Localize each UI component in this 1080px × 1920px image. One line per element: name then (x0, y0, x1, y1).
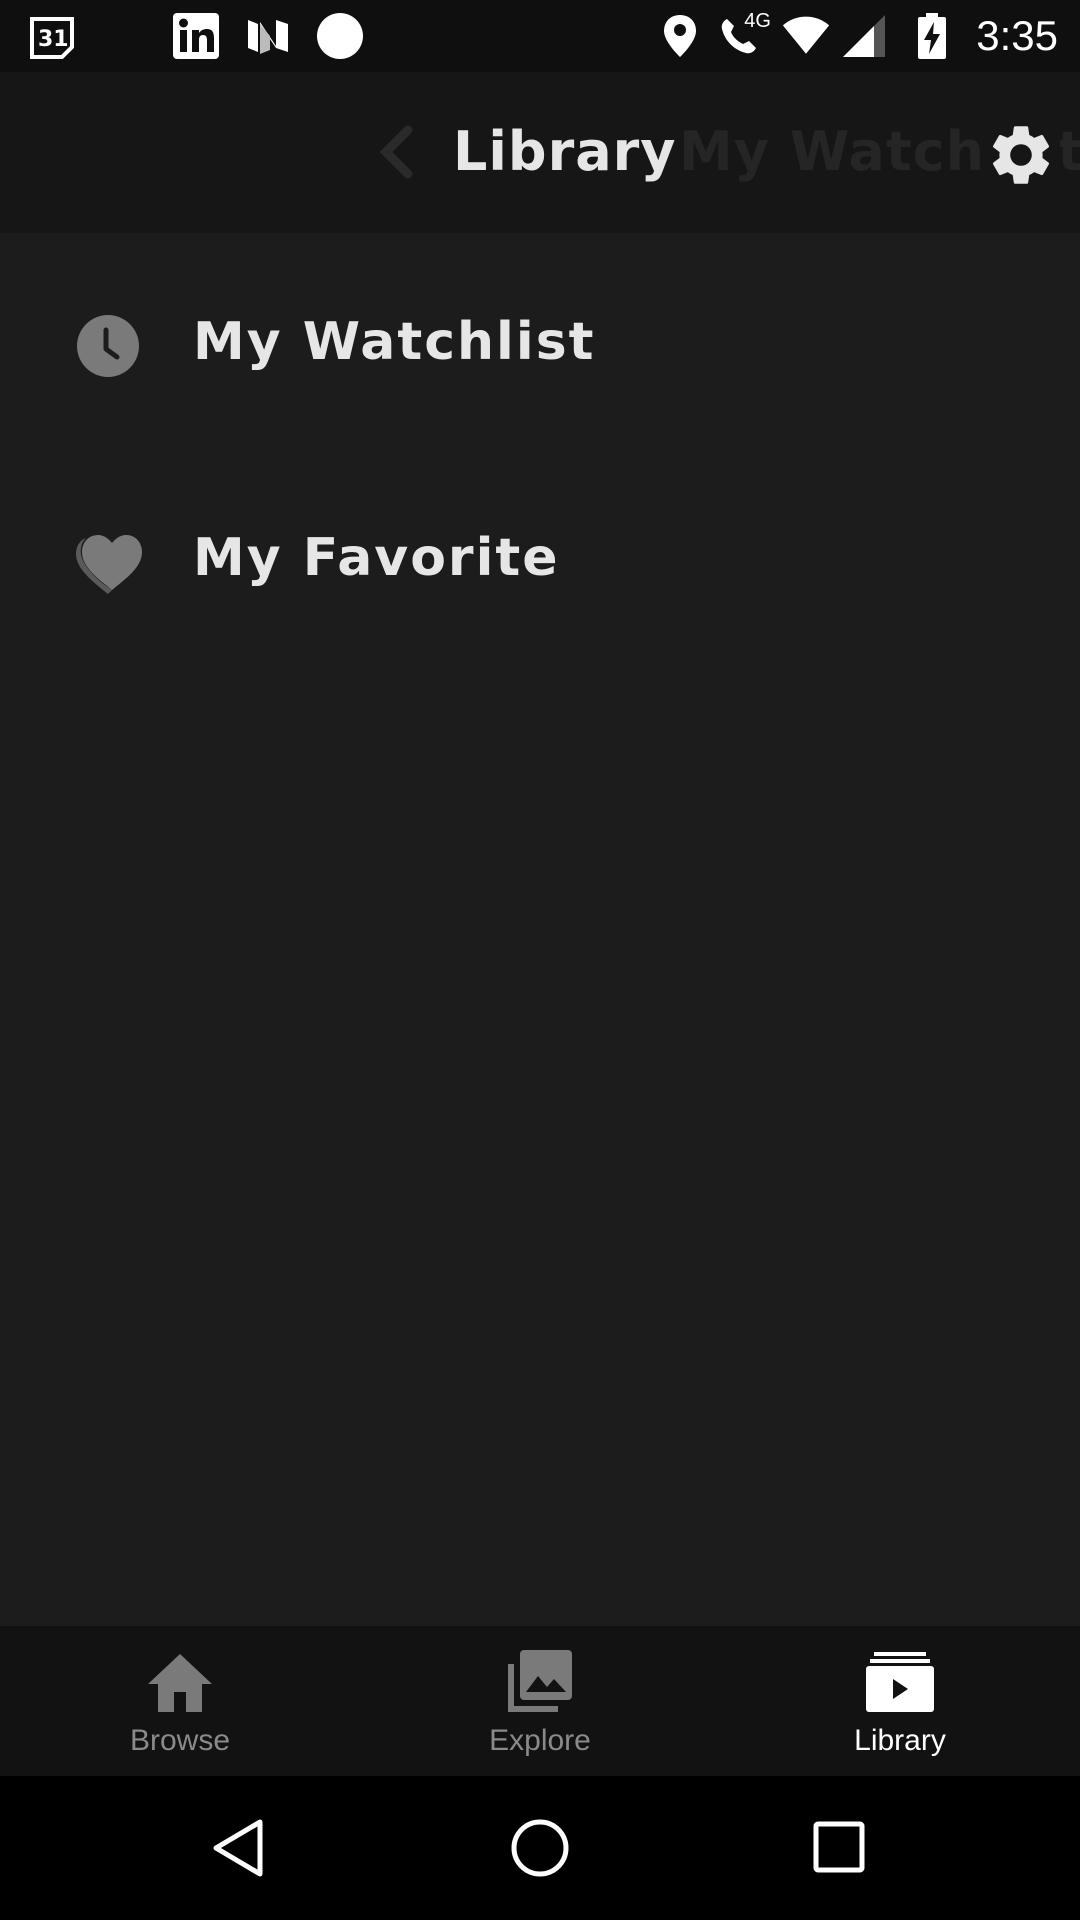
signal-icon (840, 12, 888, 60)
back-triangle-icon[interactable] (208, 1816, 272, 1880)
nav-tab-label: Browse (129, 1724, 231, 1757)
photo-library-icon (504, 1646, 576, 1718)
heart-icon (74, 528, 142, 596)
circle-dot-icon (316, 12, 364, 60)
list-item-label: My Watchlist (193, 312, 596, 372)
chevron-left-icon[interactable] (374, 125, 422, 179)
home-circle-icon[interactable] (508, 1816, 572, 1880)
calendar-icon: 31 (28, 12, 76, 60)
recents-square-icon[interactable] (808, 1816, 872, 1880)
news-icon (244, 12, 292, 60)
nav-tab-browse[interactable]: Browse (0, 1626, 360, 1776)
home-icon (144, 1646, 216, 1718)
list-item-my-favorite[interactable]: My Favorite (0, 484, 1080, 634)
status-bar: 31 4G 3:35 (0, 0, 1080, 72)
status-bar-system: 4G 3:35 (656, 10, 1058, 60)
svg-text:31: 31 (38, 27, 69, 52)
battery-charging-icon (908, 12, 956, 60)
page-title: Library (453, 120, 677, 183)
network-type-label: 4G (744, 10, 771, 32)
wifi-call-icon: 4G (714, 10, 771, 60)
nav-tab-label: Explore (489, 1724, 591, 1757)
location-icon (656, 12, 704, 60)
status-bar-notifications: 31 (28, 12, 364, 60)
system-navigation-bar (0, 1776, 1080, 1920)
top-app-bar: Library My Watchlist (0, 72, 1080, 233)
wifi-icon (782, 12, 830, 60)
gear-icon (992, 126, 1050, 184)
linkedin-icon (172, 12, 220, 60)
status-time: 3:35 (976, 12, 1058, 59)
nav-tab-label: Library (854, 1724, 946, 1757)
bottom-navigation: Browse Explore Library (0, 1626, 1080, 1776)
list-item-my-watchlist[interactable]: My Watchlist (0, 268, 1080, 418)
nav-tab-explore[interactable]: Explore (360, 1626, 720, 1776)
settings-button[interactable] (982, 116, 1060, 194)
nav-tab-library[interactable]: Library (720, 1626, 1080, 1776)
list-item-label: My Favorite (193, 528, 560, 588)
clock-icon (74, 312, 142, 380)
video-library-icon (864, 1646, 936, 1718)
